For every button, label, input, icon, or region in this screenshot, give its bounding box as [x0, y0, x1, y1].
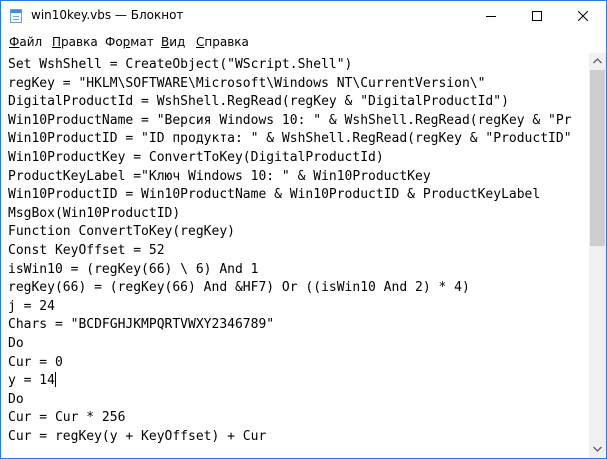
scrollbar-thumb[interactable] — [590, 70, 605, 246]
code-line: regKey = "HKLM\SOFTWARE\Microsoft\Window… — [8, 75, 486, 91]
code-line: Win10ProductID = "ID продукта: " & WshSh… — [8, 131, 572, 147]
code-line: Win10ProductName = "Версия Windows 10: "… — [8, 112, 572, 128]
scroll-up-arrow-icon — [593, 58, 602, 64]
code-line: Const KeyOffset = 52 — [8, 242, 165, 258]
notepad-icon — [10, 9, 22, 23]
scroll-down-arrow-icon — [593, 446, 602, 452]
scroll-up-button[interactable] — [589, 53, 606, 70]
code-line: ProductKeyLabel ="Ключ Windows 10: " & W… — [8, 168, 431, 184]
code-line: y = 14 — [8, 372, 56, 389]
menu-bar: Файл Правка Формат Вид Справка — [1, 32, 606, 53]
code-line: Cur = regKey(y + KeyOffset) + Cur — [8, 428, 267, 444]
text-caret — [54, 372, 56, 388]
maximize-icon — [532, 11, 542, 21]
notepad-window: win10key.vbs — Блокнот Файл Правка Форма… — [0, 0, 607, 459]
minimize-icon — [486, 16, 496, 17]
vertical-scrollbar[interactable] — [589, 53, 606, 458]
menu-help[interactable]: Справка — [196, 35, 249, 49]
code-line: Chars = "BCDFGHJKMPQRTVWXY2346789" — [8, 317, 275, 333]
code-line: Do — [8, 391, 24, 407]
code-line: Cur = 0 — [8, 354, 63, 370]
close-icon — [578, 11, 588, 21]
code-line: Function ConvertToKey(regKey) — [8, 224, 235, 240]
editor-text[interactable]: Set WshShell = CreateObject("WScript.She… — [8, 56, 572, 446]
code-line: j = 24 — [8, 298, 55, 314]
code-line: Do — [8, 335, 24, 351]
code-line: MsgBox(Win10ProductID) — [8, 205, 181, 221]
code-line: Set WshShell = CreateObject("WScript.She… — [8, 57, 353, 72]
menu-edit[interactable]: Правка — [52, 35, 98, 49]
scroll-down-button[interactable] — [589, 441, 606, 458]
code-line: regKey(66) = (regKey(66) And &HF7) Or ((… — [8, 280, 470, 296]
close-button[interactable] — [560, 1, 606, 31]
menu-view[interactable]: Вид — [161, 35, 185, 49]
title-bar[interactable]: win10key.vbs — Блокнот — [1, 1, 606, 31]
code-line: isWin10 = (regKey(66) \ 6) And 1 — [8, 261, 259, 277]
text-editor[interactable]: Set WshShell = CreateObject("WScript.She… — [1, 53, 589, 458]
code-line: Win10ProductKey = ConvertToKey(DigitalPr… — [8, 149, 384, 165]
minimize-button[interactable] — [468, 1, 514, 31]
menu-format[interactable]: Формат — [105, 35, 154, 49]
maximize-button[interactable] — [514, 1, 560, 31]
window-title: win10key.vbs — Блокнот — [31, 8, 184, 22]
code-line: Win10ProductID = Win10ProductName & Win1… — [8, 187, 541, 203]
code-line: Cur = Cur * 256 — [8, 410, 126, 426]
menu-file[interactable]: Файл — [9, 35, 42, 49]
code-line: DigitalProductId = WshShell.RegRead(regK… — [8, 94, 509, 110]
